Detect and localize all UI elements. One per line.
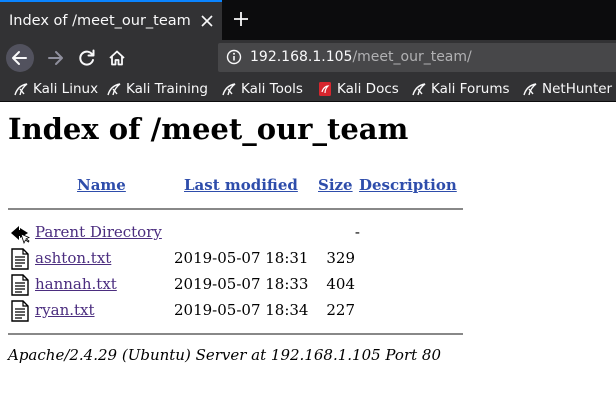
file-link[interactable]: ryan.txt: [35, 301, 95, 319]
text-file-icon: [11, 300, 29, 322]
divider: [8, 208, 463, 210]
kali-docs-icon: [319, 82, 331, 96]
kali-dragon-icon: [107, 83, 121, 96]
table-row: ashton.txt 2019-05-07 18:31 329: [8, 246, 468, 272]
bookmark-kali-training[interactable]: Kali Training: [107, 79, 208, 99]
file-size: 404: [326, 275, 355, 293]
bookmark-kali-linux[interactable]: Kali Linux: [14, 79, 98, 99]
text-file-icon: [11, 248, 29, 270]
info-icon[interactable]: [226, 49, 242, 65]
url-text[interactable]: 192.168.1.105/meet_our_team/: [250, 49, 472, 65]
divider: [8, 333, 463, 335]
close-icon[interactable]: [199, 13, 215, 29]
bookmark-label: Kali Tools: [241, 81, 303, 97]
parent-directory-link[interactable]: Parent Directory: [35, 223, 162, 241]
forward-button[interactable]: [41, 44, 69, 72]
tab-title: Index of /meet_our_team: [9, 13, 191, 29]
back-arrow-icon: [11, 226, 30, 244]
page-content: Index of /meet_our_team Name Last modifi…: [0, 102, 616, 412]
table-row: hannah.txt 2019-05-07 18:33 404: [8, 272, 468, 298]
kali-dragon-icon: [412, 83, 426, 96]
file-size: 329: [326, 249, 355, 267]
bookmark-label: Kali Forums: [431, 81, 510, 97]
bookmark-label: Kali Docs: [337, 81, 399, 97]
column-header-size[interactable]: Size: [318, 176, 353, 194]
bookmark-label: NetHunter: [542, 81, 613, 97]
table-row: Parent Directory -: [8, 220, 468, 246]
back-button[interactable]: [6, 44, 34, 72]
file-modified: 2019-05-07 18:31: [174, 249, 309, 267]
bookmark-kali-tools[interactable]: Kali Tools: [222, 79, 303, 99]
file-modified: 2019-05-07 18:34: [174, 301, 309, 319]
tab-active[interactable]: Index of /meet_our_team: [0, 0, 222, 40]
home-icon: [109, 50, 125, 66]
file-link[interactable]: ashton.txt: [35, 249, 111, 267]
bookmark-kali-docs[interactable]: Kali Docs: [318, 79, 399, 99]
url-bar[interactable]: 192.168.1.105/meet_our_team/: [218, 43, 616, 72]
back-arrow-icon: [12, 51, 27, 65]
kali-dragon-icon: [523, 83, 537, 96]
new-tab-plus-icon[interactable]: [232, 10, 250, 28]
file-modified: 2019-05-07 18:33: [174, 275, 309, 293]
table-row: ryan.txt 2019-05-07 18:34 227: [8, 298, 468, 324]
page-title: Index of /meet_our_team: [8, 112, 409, 146]
text-file-icon: [11, 274, 29, 296]
url-host: 192.168.1.105: [250, 49, 353, 65]
bookmark-nethunter[interactable]: NetHunter: [523, 79, 612, 99]
home-button[interactable]: [103, 44, 131, 72]
column-header-last-modified[interactable]: Last modified: [184, 176, 298, 194]
file-size: -: [354, 223, 360, 241]
kali-dragon-icon: [222, 83, 236, 96]
column-header-name[interactable]: Name: [77, 176, 126, 194]
kali-dragon-icon: [14, 83, 28, 96]
file-size: 227: [326, 301, 355, 319]
bookmark-label: Kali Training: [126, 81, 208, 97]
server-signature: Apache/2.4.29 (Ubuntu) Server at 192.168…: [8, 346, 442, 364]
bookmark-kali-forums[interactable]: Kali Forums: [412, 79, 510, 99]
tab-bar: Index of /meet_our_team: [0, 0, 616, 40]
file-link[interactable]: hannah.txt: [35, 275, 117, 293]
reload-button[interactable]: [73, 44, 101, 72]
bookmarks-toolbar: Kali Linux Kali Training Kali Tools Kali…: [0, 76, 616, 102]
navigation-toolbar: 192.168.1.105/meet_our_team/: [0, 40, 616, 76]
bookmark-label: Kali Linux: [33, 81, 99, 97]
forward-arrow-icon: [48, 51, 63, 65]
reload-icon: [79, 49, 95, 66]
url-path: /meet_our_team/: [352, 49, 472, 65]
column-header-description[interactable]: Description: [359, 176, 457, 194]
